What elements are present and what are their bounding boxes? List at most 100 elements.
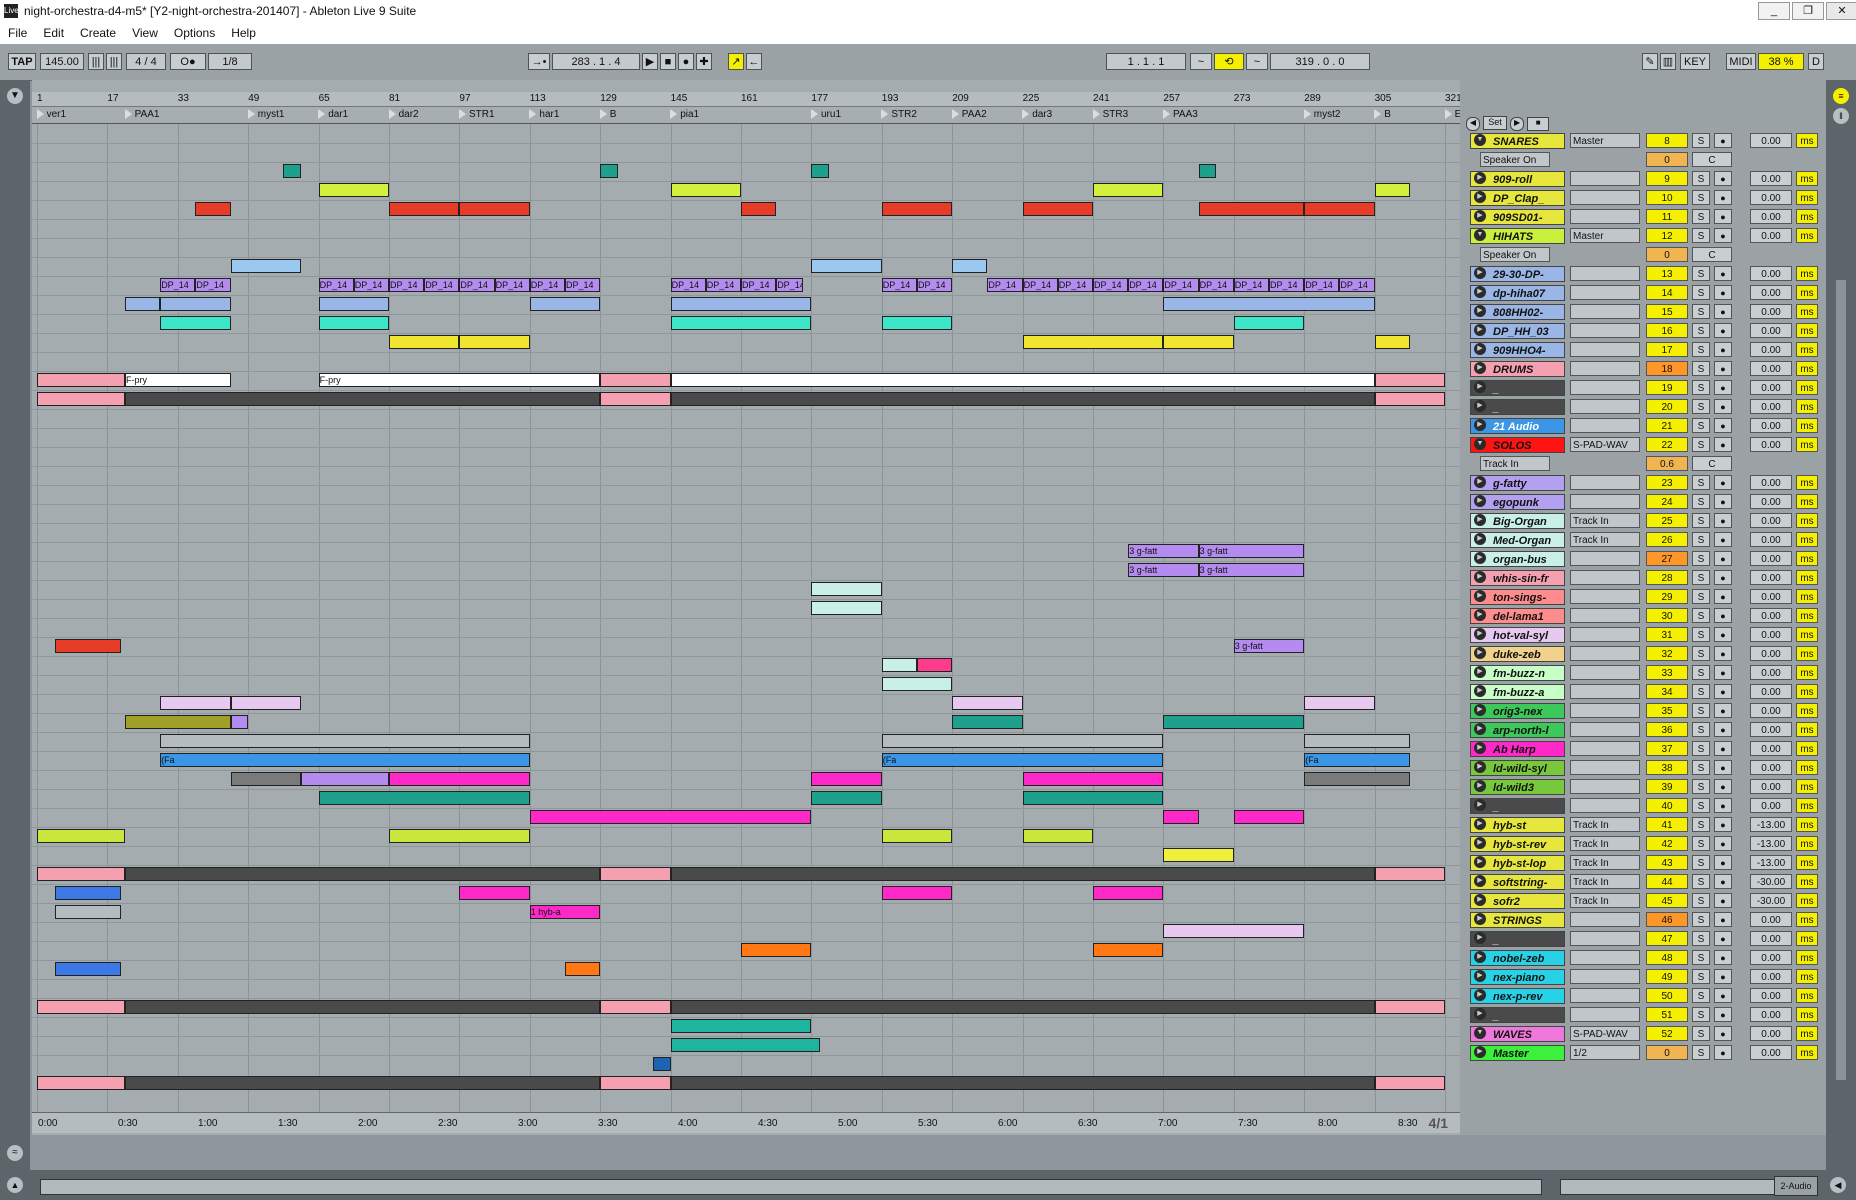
track-delay-field[interactable]: 0.00	[1750, 1045, 1792, 1060]
arrangement-clip[interactable]	[125, 867, 601, 881]
arrangement-clip[interactable]	[37, 829, 125, 843]
track-delay-field[interactable]: 0.00	[1750, 912, 1792, 927]
arrangement-clip[interactable]	[389, 772, 530, 786]
arm-icon[interactable]: ●	[1714, 817, 1732, 832]
arrangement-clip[interactable]: DP_14	[1093, 278, 1129, 292]
delay-unit-button[interactable]: ms	[1796, 209, 1818, 224]
arm-icon[interactable]: ●	[1714, 950, 1732, 965]
solo-button[interactable]: S	[1692, 475, 1710, 490]
track-delay-field[interactable]: 0.00	[1750, 608, 1792, 623]
automation-arm-button[interactable]: ↗	[728, 53, 744, 70]
arrangement-clip[interactable]	[881, 886, 953, 900]
track-header[interactable]: DP_HH_03 ▶ 16 S ● 0.00 ms	[1460, 322, 1826, 340]
play-button[interactable]: ▶	[642, 53, 658, 70]
track-activator-button[interactable]: 19	[1646, 380, 1688, 395]
arrangement-clip[interactable]	[811, 582, 882, 596]
track-activator-button[interactable]: 13	[1646, 266, 1688, 281]
locator-marker-icon[interactable]	[1163, 109, 1170, 119]
track-activator-button[interactable]: 23	[1646, 475, 1688, 490]
solo-button[interactable]: S	[1692, 532, 1710, 547]
arrangement-clip[interactable]	[881, 316, 953, 330]
arrangement-clip[interactable]	[37, 392, 125, 406]
delay-unit-button[interactable]: ms	[1796, 722, 1818, 737]
close-button[interactable]: ✕	[1826, 2, 1856, 20]
maximize-button[interactable]: ❐	[1792, 2, 1824, 20]
output-routing-select[interactable]	[1570, 931, 1640, 946]
delay-unit-button[interactable]: ms	[1796, 570, 1818, 585]
arrangement-clip[interactable]	[318, 183, 389, 197]
track-lane[interactable]	[32, 143, 1460, 163]
track-header[interactable]: WAVES ▼ S-PAD-WAV 52 S ● 0.00 ms	[1460, 1025, 1826, 1043]
arrangement-clip[interactable]	[1304, 772, 1410, 786]
arm-icon[interactable]: ●	[1714, 969, 1732, 984]
delay-unit-button[interactable]: ms	[1796, 855, 1818, 870]
delay-unit-button[interactable]: ms	[1796, 893, 1818, 908]
arrangement-clip[interactable]: DP_14	[987, 278, 1023, 292]
track-activator-button[interactable]: 17	[1646, 342, 1688, 357]
track-delay-field[interactable]: 0.00	[1750, 494, 1792, 509]
track-activator-button[interactable]: 50	[1646, 988, 1688, 1003]
track-activator-button[interactable]: 32	[1646, 646, 1688, 661]
arrangement-clip[interactable]	[600, 1076, 671, 1090]
locator-pia1[interactable]: pia1	[680, 109, 699, 120]
track-activator-button[interactable]: 16	[1646, 323, 1688, 338]
arm-icon[interactable]: ●	[1714, 703, 1732, 718]
delay-unit-button[interactable]: ms	[1796, 684, 1818, 699]
track-activator-button[interactable]: 11	[1646, 209, 1688, 224]
arm-icon[interactable]: ●	[1714, 1045, 1732, 1060]
delay-unit-button[interactable]: ms	[1796, 912, 1818, 927]
output-routing-select[interactable]	[1570, 627, 1640, 642]
output-routing-select[interactable]	[1570, 361, 1640, 376]
track-delay-field[interactable]: 0.00	[1750, 361, 1792, 376]
track-header[interactable]: dp-hiha07 ▶ 14 S ● 0.00 ms	[1460, 284, 1826, 302]
delay-unit-button[interactable]: ms	[1796, 608, 1818, 623]
solo-button[interactable]: S	[1692, 969, 1710, 984]
arrangement-clip[interactable]	[1163, 715, 1305, 729]
arrangement-clip[interactable]	[125, 1076, 601, 1090]
song-position-field[interactable]: 283 . 1 . 4	[552, 53, 640, 70]
volume-field[interactable]: 0	[1646, 152, 1688, 167]
track-delay-field[interactable]: 0.00	[1750, 760, 1792, 775]
draw-mode-button[interactable]: ✎	[1642, 53, 1658, 70]
output-routing-select[interactable]	[1570, 684, 1640, 699]
track-fold-icon[interactable]: ▶	[1474, 856, 1486, 868]
arrangement-clip[interactable]	[459, 202, 530, 216]
arrangement-clip[interactable]	[1198, 202, 1305, 216]
track-fold-icon[interactable]: ▶	[1474, 989, 1486, 1001]
track-fold-icon[interactable]: ▶	[1474, 381, 1486, 393]
track-header[interactable]: duke-zeb ▶ 32 S ● 0.00 ms	[1460, 645, 1826, 663]
arrangement-clip[interactable]	[125, 1000, 601, 1014]
arrangement-clip[interactable]: DP_14	[1269, 278, 1305, 292]
arrangement-clip[interactable]	[54, 639, 121, 653]
track-header[interactable]: Master ▶ 1/2 0 S ● 0.00 ms	[1460, 1044, 1826, 1062]
session-view-icon[interactable]: ≡	[1833, 88, 1849, 104]
track-header[interactable]: Med-Organ ▶ Track In 26 S ● 0.00 ms	[1460, 531, 1826, 549]
track-fold-icon[interactable]: ▶	[1474, 324, 1486, 336]
menu-options[interactable]: Options	[166, 22, 223, 40]
pan-field[interactable]: C	[1692, 247, 1732, 262]
locator-uru1[interactable]: uru1	[821, 109, 841, 120]
arm-icon[interactable]: ●	[1714, 684, 1732, 699]
solo-button[interactable]: S	[1692, 171, 1710, 186]
track-fold-icon[interactable]: ▶	[1474, 666, 1486, 678]
track-delay-field[interactable]: 0.00	[1750, 418, 1792, 433]
track-fold-icon[interactable]: ▶	[1474, 913, 1486, 925]
track-activator-button[interactable]: 47	[1646, 931, 1688, 946]
time-signature-field[interactable]: 4 / 4	[126, 53, 166, 70]
arm-icon[interactable]: ●	[1714, 836, 1732, 851]
track-fold-icon[interactable]: ▶	[1474, 723, 1486, 735]
arrangement-clip[interactable]	[670, 1000, 1375, 1014]
delay-unit-button[interactable]: ms	[1796, 665, 1818, 680]
locator-marker-icon[interactable]	[247, 109, 255, 119]
track-header[interactable]: 909-roll ▶ 9 S ● 0.00 ms	[1460, 170, 1826, 188]
arrangement-clip[interactable]	[301, 772, 389, 786]
delay-unit-button[interactable]: ms	[1796, 969, 1818, 984]
arrangement-clip[interactable]	[283, 164, 301, 178]
beat-ruler[interactable]: 1 17 33 49 65 81 97 113 129 145 161 177 193 209 225 241…	[32, 92, 1460, 107]
arrangement-clip[interactable]: 3 g-fatt	[1128, 563, 1199, 577]
arrangement-clip[interactable]: (Fa	[881, 753, 1164, 767]
arrangement-clip[interactable]	[1163, 335, 1234, 349]
track-delay-field[interactable]: 0.00	[1750, 228, 1792, 243]
locator-dar1[interactable]: dar1	[328, 109, 348, 120]
arm-icon[interactable]: ●	[1714, 494, 1732, 509]
